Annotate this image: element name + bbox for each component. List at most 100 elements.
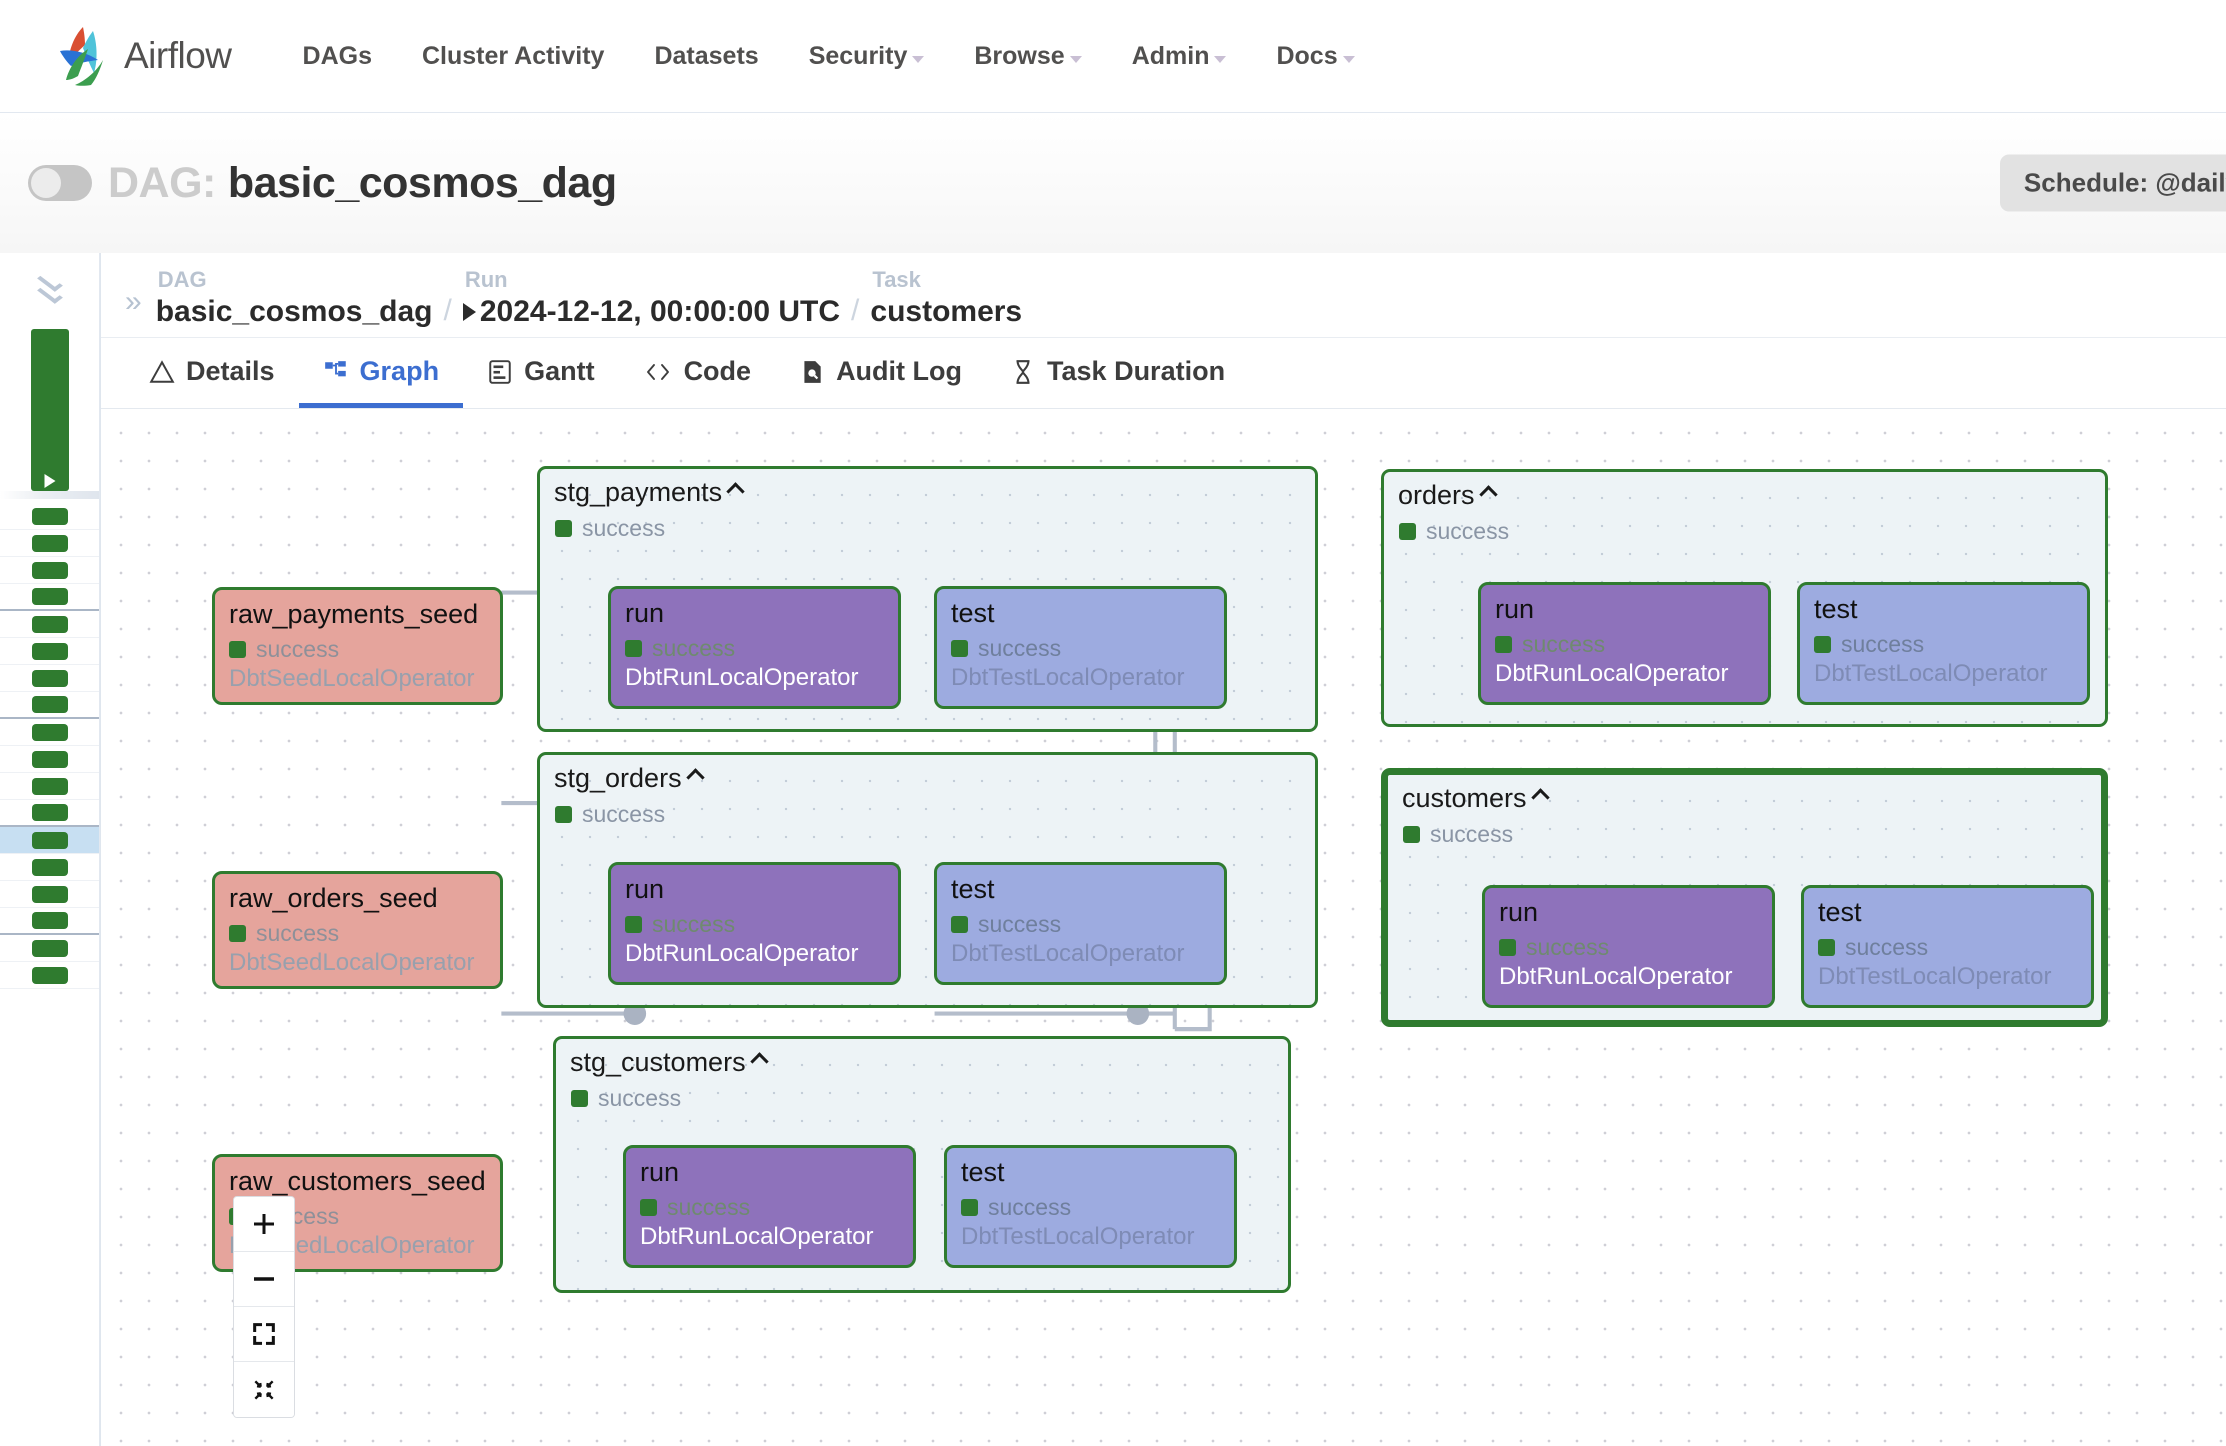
grid-task-row[interactable] [0,692,99,719]
grid-task-status-chip [32,508,68,525]
chevron-up-icon[interactable] [726,482,744,500]
nav-item-browse[interactable]: Browse [949,32,1106,81]
grid-task-row[interactable] [0,746,99,773]
chevron-up-icon[interactable] [1479,485,1497,503]
grid-divider [0,491,99,499]
double-chevron-up-icon[interactable] [0,263,99,299]
zoom-in-button[interactable] [234,1197,294,1252]
group-title[interactable]: customers [1402,783,1547,814]
status-text: success [582,801,665,828]
graph-canvas[interactable]: stg_paymentssuccessrunsuccessDbtRunLocal… [101,409,2226,1446]
task-node-stg_customers_test[interactable]: testsuccessDbtTestLocalOperator [944,1145,1237,1268]
task-group-stg_orders[interactable]: stg_orderssuccessrunsuccessDbtRunLocalOp… [537,752,1318,1008]
grid-task-row[interactable] [0,557,99,584]
brand-name: Airflow [124,35,232,77]
task-node-customers_run[interactable]: runsuccessDbtRunLocalOperator [1482,885,1775,1008]
group-title[interactable]: stg_orders [554,763,702,794]
status-text: success [978,911,1061,938]
graph-nodes-icon [323,359,349,385]
tab-task-duration[interactable]: Task Duration [986,338,1249,408]
task-node-stg_orders_test[interactable]: testsuccessDbtTestLocalOperator [934,862,1227,985]
grid-task-row[interactable] [0,584,99,611]
nav-item-dags[interactable]: DAGs [278,32,397,81]
grid-task-row[interactable] [0,962,99,989]
zoom-controls [233,1196,295,1418]
task-node-status: success [1818,934,2077,961]
fit-view-button[interactable] [234,1307,294,1362]
dag-pause-toggle[interactable] [28,165,92,201]
grid-task-row[interactable] [0,530,99,557]
tab-graph[interactable]: Graph [299,338,464,408]
task-node-stg_payments_test[interactable]: testsuccessDbtTestLocalOperator [934,586,1227,709]
status-square-icon [1495,636,1512,653]
grid-task-row[interactable] [0,800,99,827]
task-node-customers_test[interactable]: testsuccessDbtTestLocalOperator [1801,885,2094,1008]
grid-task-status-chip [32,778,68,795]
task-node-orders_run[interactable]: runsuccessDbtRunLocalOperator [1478,582,1771,705]
nav-item-cluster-activity[interactable]: Cluster Activity [397,32,629,81]
breadcrumb-separator: / [840,294,870,329]
group-title[interactable]: orders [1398,480,1495,511]
chevron-up-icon[interactable] [1531,788,1549,806]
nav-item-datasets[interactable]: Datasets [629,32,783,81]
task-group-stg_payments[interactable]: stg_paymentssuccess runsuccessDbtRunLocal… [537,466,1318,732]
status-square-icon [1403,826,1420,843]
tab-details[interactable]: Details [125,338,299,408]
group-title-text: stg_customers [570,1047,746,1078]
tab-label: Gantt [524,356,595,387]
double-chevron-right-icon[interactable]: » [125,267,142,317]
brand-logo[interactable]: Airflow [52,23,232,89]
grid-task-row[interactable] [0,719,99,746]
nav-item-admin[interactable]: Admin [1107,32,1252,81]
task-group-orders[interactable]: orders success runsuccessDbtRunLocalOperat… [1381,469,2108,727]
task-node-stg_customers_run[interactable]: runsuccessDbtRunLocalOperator [623,1145,916,1268]
task-node-raw_orders_seed[interactable]: raw_orders_seedsuccessDbtSeedLocalOperat… [212,871,503,989]
grid-task-row[interactable] [0,854,99,881]
grid-task-row[interactable] [0,773,99,800]
hourglass-icon [1010,359,1036,385]
task-node-operator: DbtTestLocalOperator [961,1223,1220,1251]
dag-run-bar[interactable] [0,321,99,491]
breadcrumb-task-value[interactable]: customers [870,295,1022,329]
breadcrumb-dag-value[interactable]: basic_cosmos_dag [156,295,433,329]
breadcrumb-run-value[interactable]: 2024-12-12, 00:00:00 UTC [463,295,840,329]
tab-code[interactable]: Code [619,338,776,408]
group-title-text: orders [1398,480,1475,511]
breadcrumb-separator: / [432,294,462,329]
grid-task-row[interactable] [0,881,99,908]
play-triangle-icon [463,303,476,321]
nav-item-docs[interactable]: Docs [1251,32,1379,81]
task-node-orders_test[interactable]: testsuccessDbtTestLocalOperator [1797,582,2090,705]
task-node-operator: DbtRunLocalOperator [625,940,884,968]
collapse-all-button[interactable] [234,1362,294,1417]
grid-task-row[interactable] [0,908,99,935]
grid-task-row[interactable] [0,935,99,962]
chevron-up-icon[interactable] [750,1052,768,1070]
tab-audit-log[interactable]: Audit Log [775,338,986,408]
grid-task-status-chip [32,912,68,929]
task-node-raw_payments_seed[interactable]: raw_payments_seedsuccessDbtSeedLocalOper… [212,587,503,705]
main-body: » DAG basic_cosmos_dag / Run 2024-12-12,… [0,253,2226,1446]
zoom-out-button[interactable] [234,1252,294,1307]
task-group-customers[interactable]: customers success runsuccessDbtRunLocalOpe… [1381,768,2108,1027]
tab-gantt[interactable]: Gantt [463,338,619,408]
grid-task-row[interactable] [0,827,99,854]
task-group-stg_customers[interactable]: stg_customerssuccessrunsuccessDbtRunLoca… [553,1036,1291,1293]
breadcrumb-dag: DAG basic_cosmos_dag [156,267,433,329]
status-text: success [582,515,665,542]
nav-item-security[interactable]: Security [784,32,950,81]
grid-task-row[interactable] [0,638,99,665]
plus-icon [249,1209,279,1239]
grid-task-row[interactable] [0,665,99,692]
grid-task-row[interactable] [0,611,99,638]
group-title[interactable]: stg_customers [570,1047,766,1078]
status-square-icon [1499,939,1516,956]
task-node-name: run [625,875,884,905]
group-status: success [1399,518,1509,545]
grid-task-row[interactable] [0,503,99,530]
task-node-stg_payments_run[interactable]: runsuccessDbtRunLocalOperator [608,586,901,709]
chevron-up-icon[interactable] [686,768,704,786]
task-node-status: success [951,635,1210,662]
group-title[interactable]: stg_payments [554,477,742,508]
task-node-stg_orders_run[interactable]: runsuccessDbtRunLocalOperator [608,862,901,985]
